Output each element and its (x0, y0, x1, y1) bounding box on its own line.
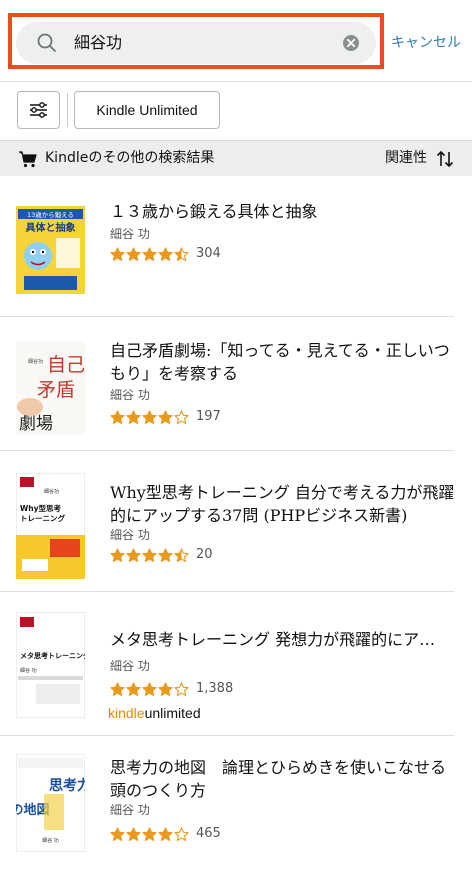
book-cover[interactable]: 思考力 の地図 細谷 功 (16, 754, 85, 852)
star-full-icon (126, 409, 141, 424)
star-full-icon (158, 826, 173, 841)
star-full-icon (158, 246, 173, 261)
cover-title: Why型思考 (20, 503, 62, 513)
review-count: 1,388 (196, 681, 234, 696)
cover-title: メタ思考トレーニング (20, 651, 85, 660)
star-empty-icon (174, 826, 189, 841)
book-author: 細谷 功 (110, 803, 150, 817)
cover-title: 自己 (47, 354, 85, 376)
star-full-icon (142, 547, 157, 562)
review-count: 20 (196, 547, 213, 562)
cover-title: トレーニング (20, 513, 65, 523)
review-count: 304 (196, 246, 221, 261)
book-author: 細谷 功 (110, 659, 150, 673)
rating: 197 (110, 409, 221, 425)
review-count: 465 (196, 826, 221, 841)
book-author: 細谷 功 (110, 388, 150, 402)
star-empty-icon (174, 409, 189, 424)
review-count: 197 (196, 409, 221, 424)
cart-icon (19, 151, 37, 168)
star-full-icon (126, 826, 141, 841)
book-author: 細谷 功 (110, 528, 150, 542)
filter-bar: Kindle Unlimited (0, 82, 472, 140)
cover-author: 細谷 功 (20, 667, 37, 674)
star-full-icon (142, 826, 157, 841)
cover-author: 細谷 功 (42, 837, 59, 844)
result-item[interactable]: 思考力 の地図 細谷 功 思考力の地図 論理とひらめきを使いこなせる頭のつくり方… (0, 736, 472, 870)
sliders-icon (30, 102, 47, 118)
star-full-icon (158, 547, 173, 562)
star-full-icon (110, 681, 125, 696)
star-full-icon (126, 246, 141, 261)
sort-label[interactable]: 関連性 (385, 149, 427, 168)
rating: 1,388 (110, 681, 233, 697)
result-item[interactable]: 自己 矛盾 劇場 細谷功 自己矛盾劇場:「知ってる・見えてる・正しいつもり」を考… (0, 317, 472, 447)
star-full-icon (110, 547, 125, 562)
star-half-icon (174, 547, 189, 562)
star-full-icon (110, 246, 125, 261)
book-author: 細谷 功 (110, 227, 150, 241)
result-item[interactable]: 細谷功 Why型思考 トレーニング Why型思考トレーニング 自分で考える力が飛… (0, 451, 472, 589)
book-title[interactable]: 思考力の地図 論理とひらめきを使いこなせる頭のつくり方 (110, 756, 460, 802)
cover-title: 思考力 (49, 777, 85, 794)
ku-kindle-text: kindle (108, 705, 145, 721)
result-item[interactable]: メタ思考トレーニング 細谷 功 メタ思考トレーニング 発想力が飛躍的にア… 細谷… (0, 592, 472, 732)
section-title: Kindleのその他の検索結果 (45, 150, 215, 166)
search-query[interactable]: 細谷功 (74, 32, 122, 54)
book-title[interactable]: メタ思考トレーニング 発想力が飛躍的にア… (110, 628, 460, 651)
star-full-icon (110, 409, 125, 424)
sort-icon[interactable] (435, 149, 455, 169)
book-title[interactable]: Why型思考トレーニング 自分で考える力が飛躍的にアップする37問 (PHPビジ… (110, 481, 460, 527)
kindle-unlimited-badge: kindleunlimited (108, 704, 201, 722)
rating: 465 (110, 826, 221, 842)
cover-title: 具体と抽象 (25, 221, 76, 234)
cover-title-small: 13歳から鍛える (27, 210, 74, 219)
star-half-icon (174, 246, 189, 261)
results-section-bar: Kindleのその他の検索結果 関連性 (0, 140, 472, 176)
book-cover[interactable]: メタ思考トレーニング 細谷 功 (16, 612, 85, 718)
book-cover[interactable]: 細谷功 Why型思考 トレーニング (16, 473, 85, 579)
star-empty-icon (174, 681, 189, 696)
book-cover[interactable]: 自己 矛盾 劇場 細谷功 (16, 341, 85, 435)
result-item[interactable]: 13歳から鍛える 具体と抽象 １３歳から鍛える具体と抽象 細谷 功 304 (0, 176, 472, 316)
star-full-icon (126, 547, 141, 562)
rating: 20 (110, 547, 213, 563)
cover-author: 細谷功 (44, 488, 59, 495)
rating: 304 (110, 246, 221, 262)
clear-icon[interactable] (342, 34, 360, 52)
book-title[interactable]: 自己矛盾劇場:「知ってる・見えてる・正しいつもり」を考察する (110, 339, 460, 385)
search-header: 細谷功 キャンセル (0, 0, 472, 82)
cover-title: 矛盾 (37, 379, 75, 401)
search-input[interactable]: 細谷功 (16, 22, 376, 64)
star-full-icon (142, 246, 157, 261)
filter-divider (67, 93, 68, 127)
book-title[interactable]: １３歳から鍛える具体と抽象 (110, 200, 460, 223)
cover-title: 劇場 (19, 414, 53, 434)
filter-settings-button[interactable] (17, 91, 60, 129)
book-cover[interactable]: 13歳から鍛える 具体と抽象 (16, 206, 85, 294)
kindle-unlimited-filter-button[interactable]: Kindle Unlimited (74, 91, 220, 129)
search-icon (37, 33, 56, 52)
cover-author: 細谷功 (28, 358, 43, 365)
ku-unlimited-text: unlimited (144, 705, 201, 721)
star-full-icon (126, 681, 141, 696)
star-full-icon (110, 826, 125, 841)
star-full-icon (158, 409, 173, 424)
star-full-icon (158, 681, 173, 696)
cancel-button[interactable]: キャンセル (391, 34, 461, 52)
star-full-icon (142, 409, 157, 424)
star-full-icon (142, 681, 157, 696)
